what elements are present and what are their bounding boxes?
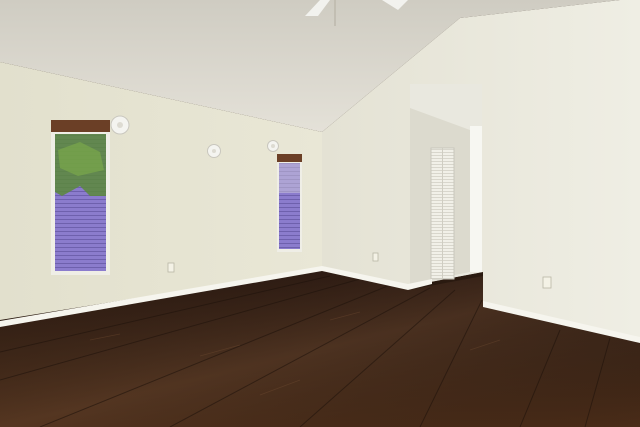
flower-decoration-2 (207, 144, 221, 158)
room-photo (0, 0, 640, 427)
outlet-left (167, 262, 175, 273)
flower-decoration-3 (267, 140, 279, 152)
outlet-right (542, 276, 552, 289)
window-right (277, 154, 302, 252)
flower-decoration-1 (110, 115, 130, 135)
outlet-middle (372, 252, 379, 262)
doorway-light (470, 126, 482, 272)
window-left (51, 120, 110, 275)
